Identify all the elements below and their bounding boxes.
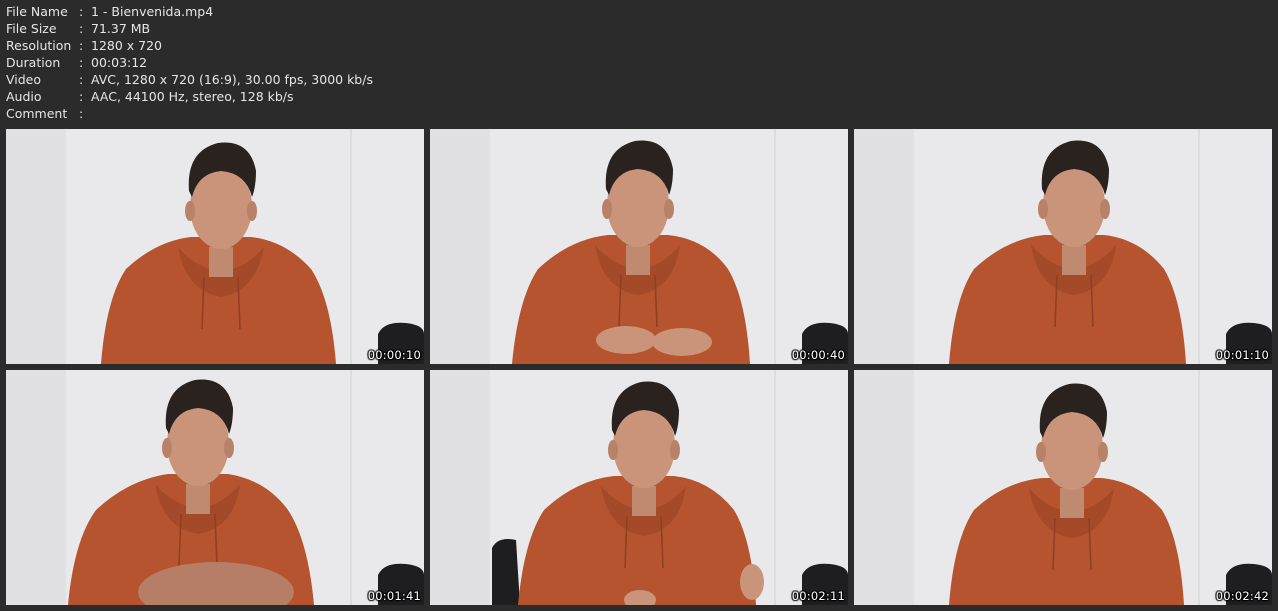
info-value: 00:03:12: [91, 55, 148, 70]
thumbnail-frame-image: [430, 129, 848, 364]
thumbnail-frame-image: [430, 370, 848, 605]
thumbnail-timestamp: 00:02:42: [1215, 589, 1269, 603]
thumbnail-frame-image: [854, 370, 1272, 605]
thumbnail-timestamp: 00:02:11: [791, 589, 845, 603]
info-value: AAC, 44100 Hz, stereo, 128 kb/s: [91, 89, 294, 104]
video-thumbnail[interactable]: 00:01:10: [854, 129, 1272, 364]
thumbnail-timestamp: 00:01:10: [1215, 348, 1269, 362]
thumbnail-frame-image: [6, 370, 424, 605]
thumbnail-frame-image: [6, 129, 424, 364]
video-thumbnail[interactable]: 00:00:10: [6, 129, 424, 364]
info-row-duration: Duration : 00:03:12: [6, 54, 373, 71]
thumbnail-timestamp: 00:00:40: [791, 348, 845, 362]
info-label: Comment: [6, 106, 68, 121]
info-separator: :: [79, 38, 84, 53]
info-value: 1280 x 720: [91, 38, 163, 53]
thumbnail-frame-image: [854, 129, 1272, 364]
video-thumbnail[interactable]: 00:01:41: [6, 370, 424, 605]
info-value: 1 - Bienvenida.mp4: [91, 4, 214, 19]
info-separator: :: [79, 21, 84, 36]
info-label: File Size: [6, 21, 57, 36]
info-value: 71.37 MB: [91, 21, 151, 36]
info-separator: :: [79, 55, 84, 70]
video-thumbnail[interactable]: 00:00:40: [430, 129, 848, 364]
info-label: Duration: [6, 55, 61, 70]
thumbnail-timestamp: 00:00:10: [367, 348, 421, 362]
info-row-file-size: File Size : 71.37 MB: [6, 20, 373, 37]
info-separator: :: [79, 106, 84, 121]
info-separator: :: [79, 72, 84, 87]
info-label: File Name: [6, 4, 68, 19]
info-label: Audio: [6, 89, 42, 104]
thumbnail-timestamp: 00:01:41: [367, 589, 421, 603]
file-info-panel: File Name : 1 - Bienvenida.mp4 File Size…: [6, 3, 373, 122]
video-thumbnail[interactable]: 00:02:42: [854, 370, 1272, 605]
video-thumbnail[interactable]: 00:02:11: [430, 370, 848, 605]
info-row-video: Video : AVC, 1280 x 720 (16:9), 30.00 fp…: [6, 71, 373, 88]
info-row-file-name: File Name : 1 - Bienvenida.mp4: [6, 3, 373, 20]
info-label: Video: [6, 72, 42, 87]
thumbnail-grid: 00:00:10 00:00:40 00:01:10 00:01:41 00:0…: [6, 129, 1272, 605]
info-label: Resolution: [6, 38, 72, 53]
info-row-comment: Comment :: [6, 105, 373, 122]
info-separator: :: [79, 4, 84, 19]
info-row-resolution: Resolution : 1280 x 720: [6, 37, 373, 54]
info-value: AVC, 1280 x 720 (16:9), 30.00 fps, 3000 …: [91, 72, 373, 87]
info-separator: :: [79, 89, 84, 104]
info-row-audio: Audio : AAC, 44100 Hz, stereo, 128 kb/s: [6, 88, 373, 105]
